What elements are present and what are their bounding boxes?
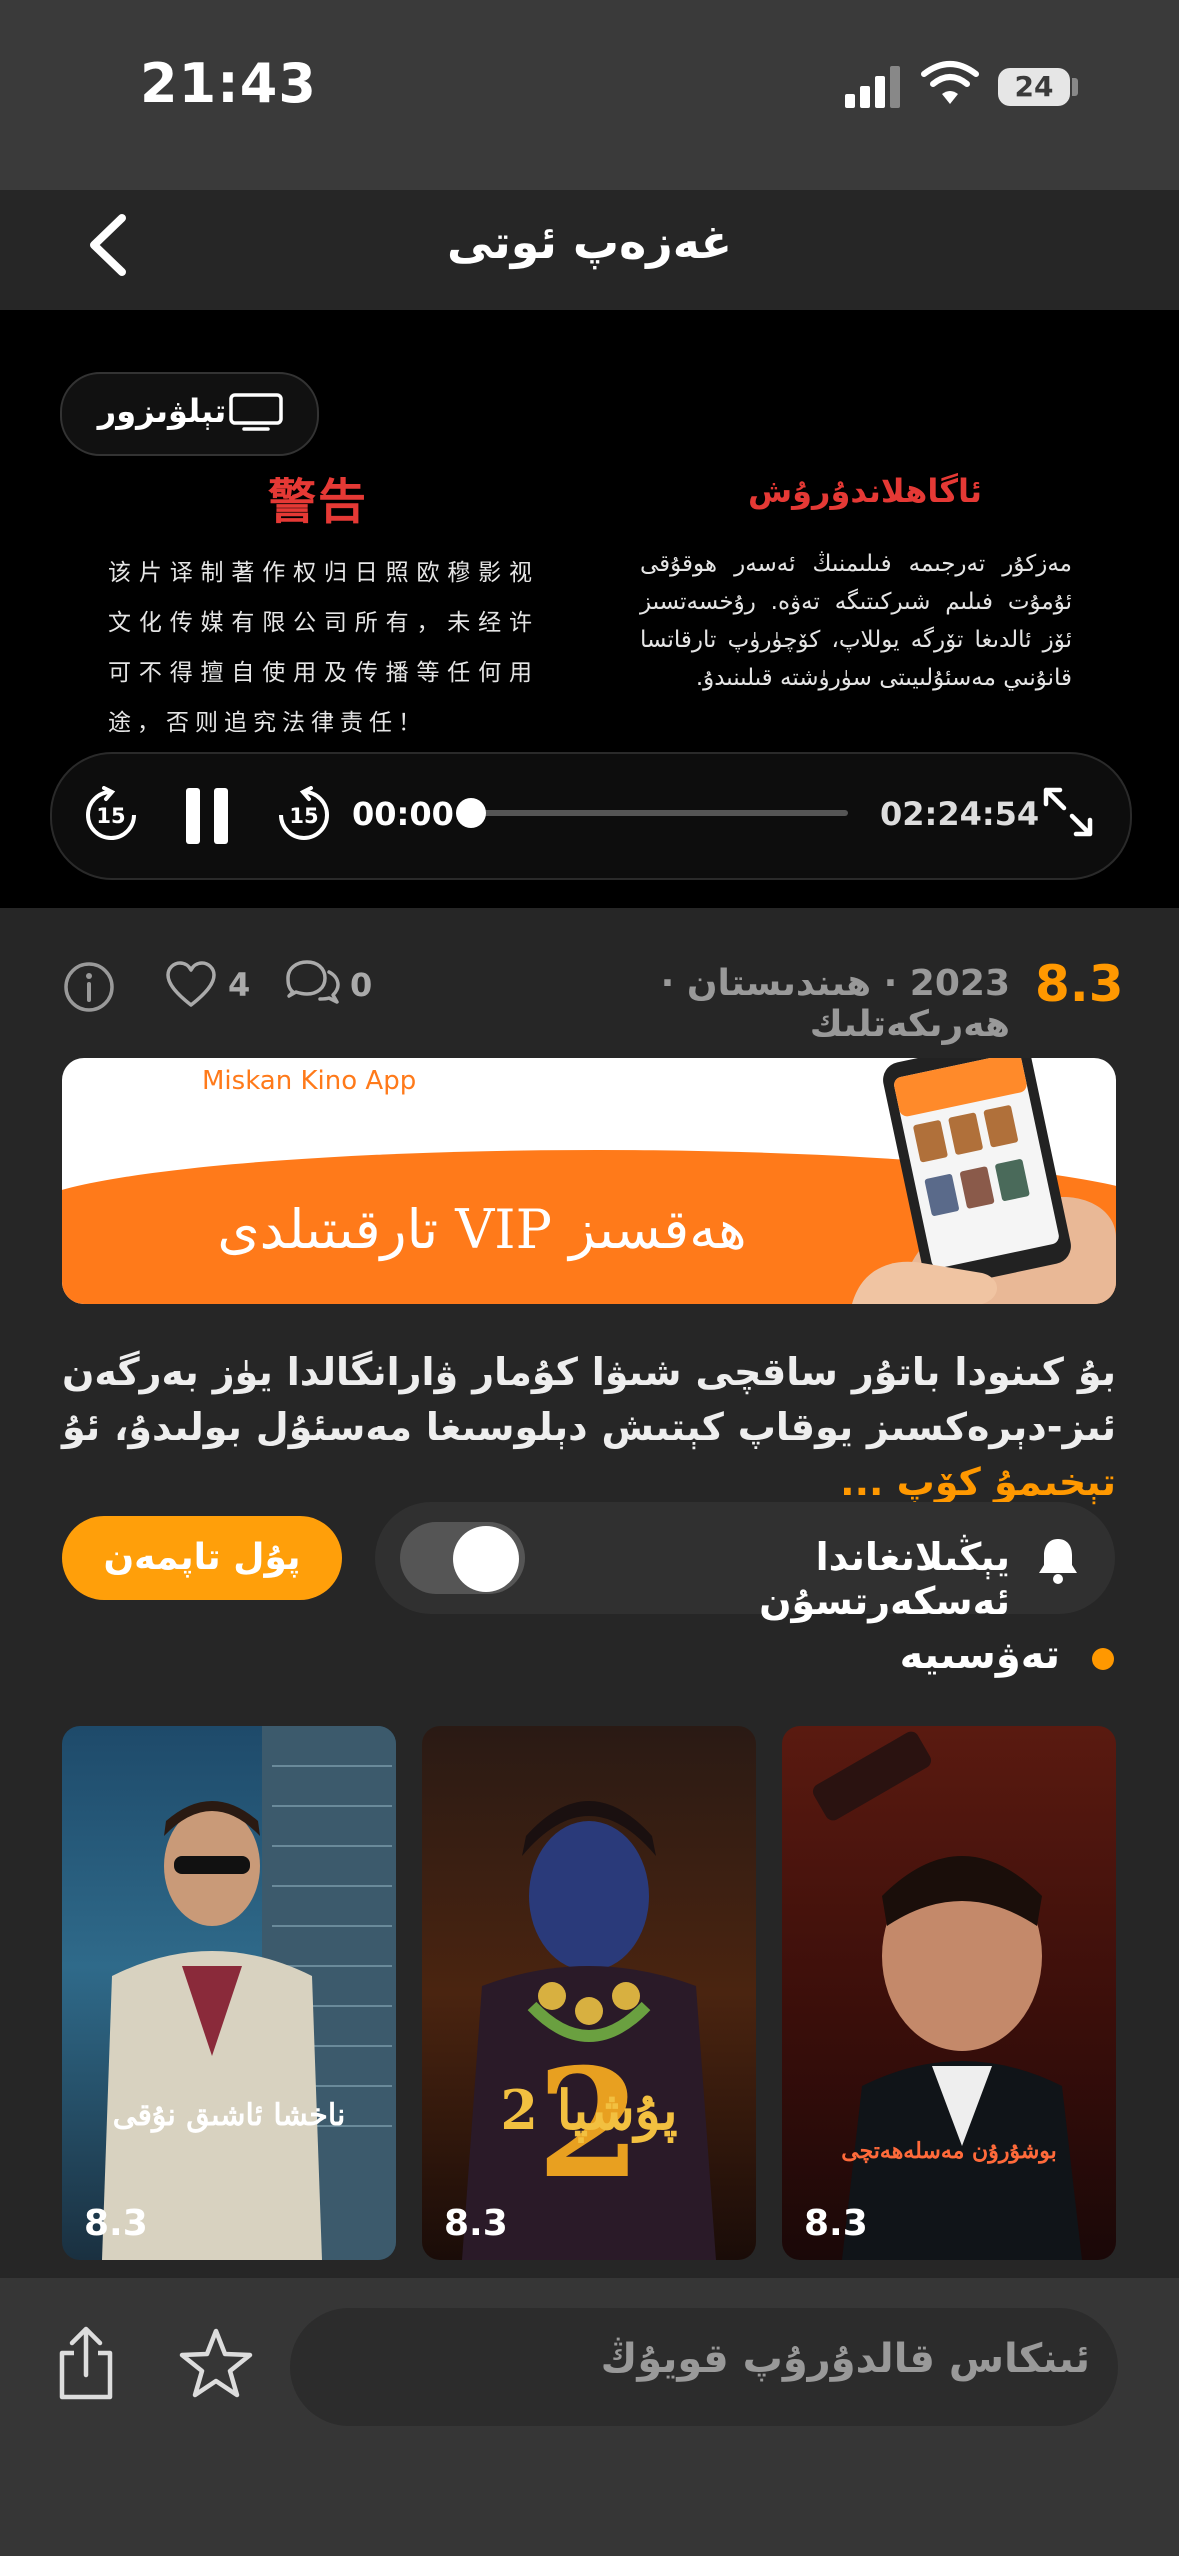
warning-title-cn: 警告 <box>268 474 369 530</box>
banner-app-name: Miskan Kino App <box>202 1066 417 1096</box>
heart-icon[interactable] <box>165 960 217 1010</box>
poster-image <box>102 1726 396 2260</box>
poster-image <box>812 1731 1082 2260</box>
comment-icon[interactable] <box>285 958 341 1008</box>
section-dot <box>1092 1648 1114 1670</box>
battery-icon: 24 <box>998 68 1070 106</box>
forward-seconds: 15 <box>289 804 318 828</box>
recommend-section-title: تەۋسىيە <box>899 1632 1060 1678</box>
poster-rating: 8.3 <box>804 2203 868 2244</box>
poster-image: 2 <box>462 1801 716 2260</box>
warning-title-ug: ئاگاھلاندۇرۇش <box>748 472 982 510</box>
poster-card[interactable]: 2 پۇشپا 2 8.3 <box>422 1726 756 2260</box>
banner-title: ھەقسىز VIP تارقىتىلدى <box>217 1198 747 1261</box>
battery-tip <box>1072 78 1078 96</box>
poster-rating: 8.3 <box>444 2203 508 2244</box>
page-title: غەزەپ ئوتى <box>446 215 733 269</box>
share-icon[interactable] <box>54 2325 118 2401</box>
warning-body-cn: 该片译制著作权归日照欧穆影视文化传媒有限公司所有，未经许可不得擅自使用及传播等任… <box>108 560 538 736</box>
poster-caption: بوشۇرۇن مەسلەھەتچى <box>841 2138 1057 2164</box>
favorite-star-icon[interactable] <box>178 2327 254 2399</box>
comment-placeholder: ئىنكاس قالدۇرۇپ قويۇڭ <box>600 2336 1090 2382</box>
cellular-signal-icon <box>845 64 903 108</box>
phone-hand-image <box>852 1058 1116 1304</box>
like-count: 4 <box>228 966 251 1004</box>
comment-count: 0 <box>350 966 373 1004</box>
status-time: 21:43 <box>140 52 317 115</box>
tv-icon <box>229 393 283 431</box>
description-text: بۇ كىنودا باتۇر ساقچى شىۋا كۇمار ۋارانگا… <box>62 1350 1116 1449</box>
earn-money-button[interactable]: پۇل تاپمەن <box>62 1516 342 1600</box>
movie-rating: 8.3 <box>1035 955 1124 1013</box>
current-time: 00:00 <box>352 795 454 833</box>
wifi-icon <box>921 61 979 104</box>
vip-promo-banner[interactable]: Miskan Kino App ھەقسىز VIP تارقىتىلدى <box>62 1058 1116 1304</box>
seek-bar[interactable] <box>470 810 848 816</box>
rewind-15-icon[interactable]: 15 <box>82 786 140 844</box>
seek-knob[interactable] <box>456 798 486 828</box>
bell-icon <box>1039 1539 1077 1584</box>
warning-body-ug: مەزكۇر تەرجىمە فىلىمنىڭ ئەسەر ھوقۇقى ئۇم… <box>640 551 1072 691</box>
info-icon[interactable] <box>62 960 116 1014</box>
rewind-seconds: 15 <box>96 804 125 828</box>
forward-15-icon[interactable]: 15 <box>275 786 333 844</box>
read-more-link[interactable]: تېخىمۇ كۆپ ... <box>840 1460 1116 1504</box>
poster-caption: ناخشا ئاشىق نۇقى <box>112 2098 346 2133</box>
pause-button[interactable] <box>186 788 230 844</box>
total-time: 02:24:54 <box>880 795 1040 833</box>
poster-caption: پۇشپا 2 <box>500 2078 678 2142</box>
fullscreen-icon[interactable] <box>1038 782 1098 842</box>
tv-cast-label: تېلۋىزور <box>97 392 227 430</box>
movie-info-line: 2023 · ھىندىستان · ھەرىكەتلىك <box>660 963 1010 1045</box>
update-notify-label: يېڭىلانغاندا ئەسكەرتسۇن <box>759 1535 1010 1623</box>
movie-description: بۇ كىنودا باتۇر ساقچى شىۋا كۇمار ۋارانگا… <box>62 1345 1116 1510</box>
poster-card[interactable]: بوشۇرۇن مەسلەھەتچى 8.3 <box>782 1726 1116 2260</box>
notify-toggle-knob <box>453 1526 519 1592</box>
poster-rating: 8.3 <box>84 2203 148 2244</box>
poster-card[interactable]: ناخشا ئاشىق نۇقى 8.3 <box>62 1726 396 2260</box>
